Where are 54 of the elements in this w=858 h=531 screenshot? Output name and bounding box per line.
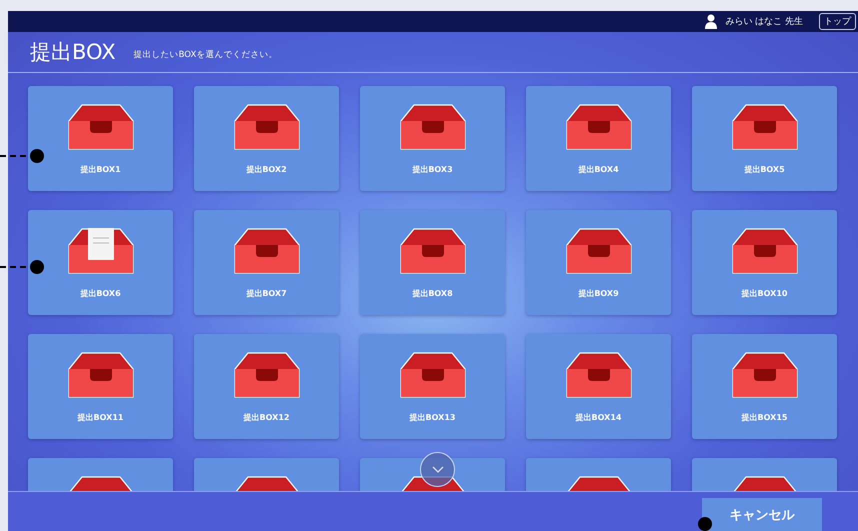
- tray-icon: [566, 228, 632, 274]
- tray-icon: [234, 228, 300, 274]
- cancel-button[interactable]: キャンセル: [702, 498, 822, 531]
- tray-icon: [400, 228, 466, 274]
- tray-icon: [566, 352, 632, 398]
- tray-icon: [234, 352, 300, 398]
- box-label: 提出BOX6: [80, 288, 121, 299]
- box-label: 提出BOX3: [412, 164, 453, 175]
- leader-line: [0, 266, 26, 268]
- page-title: 提出BOX: [30, 39, 116, 66]
- user-icon: [705, 14, 718, 29]
- box-label: 提出BOX15: [742, 412, 788, 423]
- leader-line: [0, 155, 26, 157]
- box-label: 提出BOX4: [578, 164, 619, 175]
- box-label: 提出BOX11: [78, 412, 124, 423]
- box-label: 提出BOX10: [742, 288, 788, 299]
- submission-box-card[interactable]: 提出BOX6: [28, 210, 173, 315]
- tray-icon: [68, 104, 134, 150]
- submission-box-card[interactable]: 提出BOX5: [692, 86, 837, 191]
- tray-icon: [566, 104, 632, 150]
- box-label: 提出BOX13: [410, 412, 456, 423]
- tray-icon: [400, 104, 466, 150]
- box-label: 提出BOX8: [412, 288, 453, 299]
- tray-icon: [732, 104, 798, 150]
- chevron-down-icon: [432, 466, 444, 473]
- tray-icon: [732, 228, 798, 274]
- tray-icon: [68, 352, 134, 398]
- submission-box-card[interactable]: 提出BOX12: [194, 334, 339, 439]
- submission-box-card[interactable]: 提出BOX10: [692, 210, 837, 315]
- tray-icon: [732, 352, 798, 398]
- submission-box-card[interactable]: 提出BOX9: [526, 210, 671, 315]
- submission-box-card[interactable]: 提出BOX15: [692, 334, 837, 439]
- tray-icon: [234, 104, 300, 150]
- box-label: 提出BOX14: [576, 412, 622, 423]
- box-label: 提出BOX2: [246, 164, 287, 175]
- submission-box-card[interactable]: 提出BOX14: [526, 334, 671, 439]
- box-label: 提出BOX5: [744, 164, 785, 175]
- submission-box-card[interactable]: 提出BOX8: [360, 210, 505, 315]
- box-label: 提出BOX9: [578, 288, 619, 299]
- box-label: 提出BOX1: [80, 164, 121, 175]
- user-name: みらい はなこ 先生: [725, 16, 803, 28]
- instruction-text: 提出したいBOXを選んでください。: [134, 49, 278, 61]
- box-label: 提出BOX12: [244, 412, 290, 423]
- top-button[interactable]: トップ: [819, 13, 856, 30]
- submission-box-card[interactable]: 提出BOX13: [360, 334, 505, 439]
- submission-box-card[interactable]: 提出BOX3: [360, 86, 505, 191]
- submission-box-card[interactable]: 提出BOX11: [28, 334, 173, 439]
- submission-box-card[interactable]: 提出BOX2: [194, 86, 339, 191]
- tray-with-document-icon: [68, 228, 134, 274]
- submission-box-card[interactable]: 提出BOX1: [28, 86, 173, 191]
- box-label: 提出BOX7: [246, 288, 287, 299]
- tray-icon: [400, 352, 466, 398]
- submission-box-card[interactable]: 提出BOX7: [194, 210, 339, 315]
- submission-box-card[interactable]: 提出BOX4: [526, 86, 671, 191]
